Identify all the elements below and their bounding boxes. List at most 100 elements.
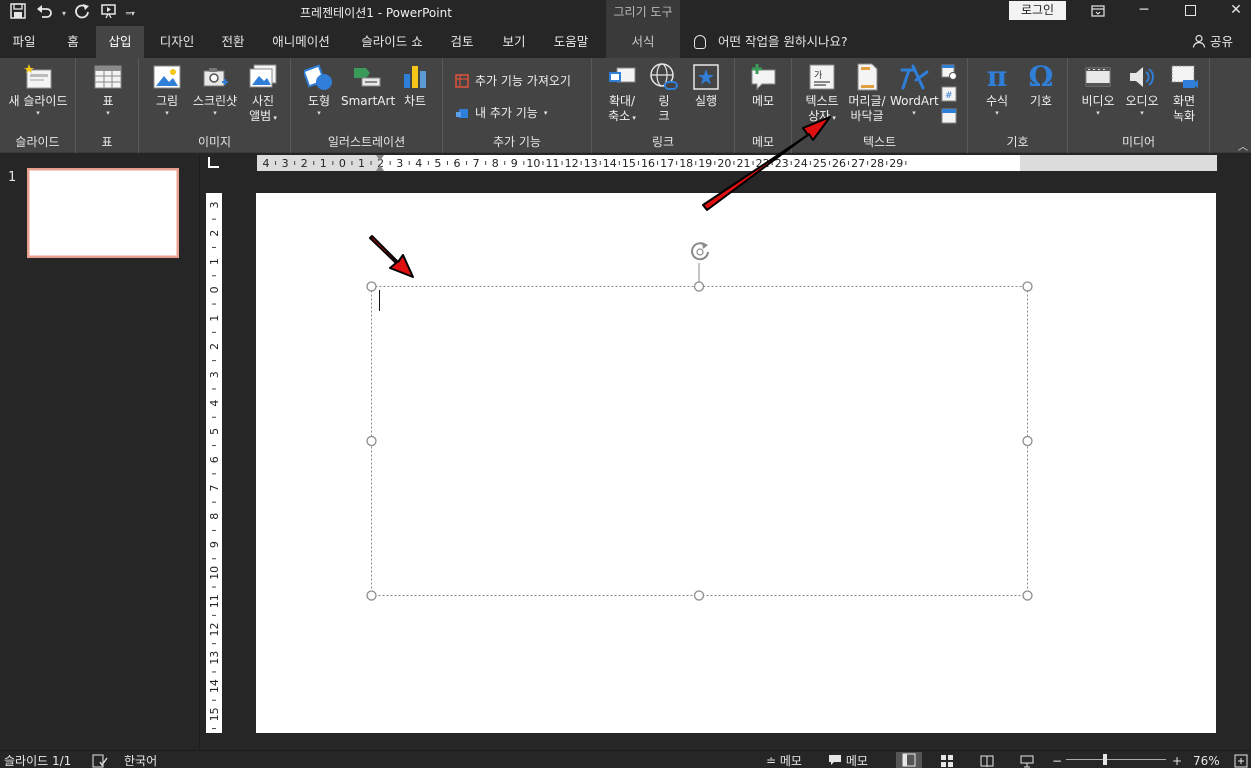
tab-stop-selector[interactable] bbox=[208, 157, 219, 168]
hruler-label: 21 bbox=[737, 157, 751, 170]
close-icon[interactable]: ✕ bbox=[1213, 0, 1251, 22]
resize-handle-right[interactable] bbox=[1022, 435, 1033, 447]
tab-design[interactable]: 디자인 bbox=[148, 26, 206, 58]
ribbon-display-icon[interactable] bbox=[1075, 0, 1121, 22]
tell-me-box[interactable]: 어떤 작업을 원하시나요? bbox=[694, 26, 848, 58]
screen-recording-button[interactable]: 화면 녹화 bbox=[1164, 62, 1204, 124]
comments-button[interactable]: 메모 bbox=[828, 754, 868, 768]
tab-insert[interactable]: 삽입 bbox=[96, 26, 144, 58]
vruler-label: 9 bbox=[208, 541, 221, 548]
video-button[interactable]: 비디오 ▾ bbox=[1076, 62, 1120, 118]
fit-slide-icon[interactable] bbox=[1234, 754, 1248, 768]
group-label-symbols: 기호 bbox=[1006, 135, 1029, 149]
zoom-button[interactable]: 확대/ 축소 ▾ bbox=[600, 62, 644, 126]
zoom-slider-thumb[interactable] bbox=[1102, 754, 1107, 765]
screen-recording-label-2: 녹화 bbox=[1172, 109, 1196, 123]
zoom-level[interactable]: 76% bbox=[1193, 754, 1220, 768]
tab-transitions[interactable]: 전환 bbox=[210, 26, 256, 58]
tab-animations[interactable]: 애니메이션 bbox=[262, 26, 340, 58]
minimize-icon[interactable]: ─ bbox=[1121, 0, 1167, 22]
rotate-handle-icon[interactable] bbox=[691, 242, 709, 261]
group-label-slides: 슬라이드 bbox=[15, 135, 60, 149]
comment-button[interactable]: 메모 bbox=[745, 62, 781, 109]
slide-thumbnail-1[interactable] bbox=[26, 167, 180, 261]
spelling-check-icon[interactable] bbox=[92, 754, 108, 768]
zoom-out-button[interactable]: − bbox=[1052, 754, 1062, 768]
text-box-button[interactable]: 가 텍스트 상자 ▾ bbox=[800, 62, 844, 126]
hruler-label: 28 bbox=[870, 157, 884, 170]
group-label-addins: 추가 기능 bbox=[493, 135, 541, 149]
my-addins-button[interactable]: 내 추가 기능 ▾ bbox=[455, 104, 547, 121]
drawing-tools-context-label: 그리기 도구 bbox=[606, 0, 680, 26]
start-from-beginning-icon[interactable] bbox=[98, 3, 120, 24]
tab-home[interactable]: 홈 bbox=[52, 26, 94, 58]
tab-format[interactable]: 서식 bbox=[606, 26, 680, 58]
resize-handle-top[interactable] bbox=[693, 281, 705, 292]
shapes-button[interactable]: 도형 ▾ bbox=[301, 62, 337, 118]
redo-icon[interactable] bbox=[72, 3, 92, 24]
tab-slide-show[interactable]: 슬라이드 쇼 bbox=[350, 26, 434, 58]
action-button[interactable]: 실행 bbox=[686, 62, 726, 109]
resize-handle-top-right[interactable] bbox=[1022, 281, 1033, 292]
hruler-label: 23 bbox=[775, 157, 789, 170]
customize-qat-icon[interactable]: ═▾ bbox=[126, 9, 135, 18]
collapse-ribbon-icon[interactable]: ︿ bbox=[1238, 138, 1248, 153]
vruler-label: 7 bbox=[208, 485, 221, 492]
tab-review[interactable]: 검토 bbox=[440, 26, 484, 58]
slide-sorter-button[interactable] bbox=[940, 754, 954, 768]
resize-handle-bottom[interactable] bbox=[693, 590, 705, 601]
group-comments: 메모 메모 bbox=[735, 58, 792, 153]
normal-view-button[interactable] bbox=[896, 752, 922, 768]
slide-show-button[interactable] bbox=[1020, 754, 1034, 768]
vruler-label: 2 bbox=[208, 343, 221, 350]
new-slide-button[interactable]: 새 슬라이드 ▾ bbox=[4, 62, 72, 118]
quick-access-toolbar: ▾ ═▾ bbox=[8, 2, 135, 24]
reading-view-button[interactable] bbox=[980, 754, 994, 768]
tab-help[interactable]: 도움말 bbox=[544, 26, 598, 58]
chart-button[interactable]: 차트 bbox=[395, 62, 435, 109]
audio-button[interactable]: 오디오 ▾ bbox=[1120, 62, 1164, 118]
normal-view-icon bbox=[902, 753, 916, 767]
slide-sorter-icon bbox=[941, 755, 953, 767]
share-button[interactable]: 공유 bbox=[1192, 26, 1233, 58]
tab-file[interactable]: 파일 bbox=[0, 26, 48, 58]
tab-view[interactable]: 보기 bbox=[492, 26, 536, 58]
symbol-button[interactable]: Ω 기호 bbox=[1020, 62, 1062, 109]
header-footer-button[interactable]: 머리글/ 바닥글 bbox=[844, 62, 890, 124]
resize-handle-left[interactable] bbox=[366, 435, 377, 447]
wordart-button[interactable]: WordArt ▾ bbox=[890, 62, 939, 118]
photo-album-button[interactable]: 사진 앨범 ▾ bbox=[243, 62, 283, 126]
language-indicator[interactable]: 한국어 bbox=[124, 754, 157, 768]
hruler-label: 3 bbox=[396, 157, 403, 170]
undo-dropdown-icon[interactable]: ▾ bbox=[62, 9, 66, 18]
undo-icon[interactable] bbox=[34, 3, 56, 24]
link-label-2: 크 bbox=[658, 109, 670, 123]
screenshot-button[interactable]: 스크린샷 ▾ bbox=[189, 62, 241, 118]
save-icon[interactable] bbox=[8, 2, 28, 24]
smartart-button[interactable]: SmartArt bbox=[341, 62, 395, 109]
vruler-label: 0 bbox=[208, 286, 221, 293]
slide-number-icon[interactable]: # bbox=[941, 86, 959, 104]
wordart-label: WordArt bbox=[890, 94, 939, 108]
object-icon[interactable] bbox=[941, 108, 959, 126]
login-button[interactable]: 로그인 bbox=[1009, 1, 1066, 20]
picture-button[interactable]: 그림 ▾ bbox=[149, 62, 185, 118]
notes-button[interactable]: ≐ 메모 bbox=[766, 754, 802, 768]
link-button[interactable]: 링 크 bbox=[646, 62, 682, 124]
chevron-down-icon: ▾ bbox=[995, 109, 999, 117]
maximize-icon[interactable] bbox=[1167, 0, 1213, 22]
resize-handle-bottom-left[interactable] bbox=[366, 590, 377, 601]
get-addins-button[interactable]: 추가 기능 가져오기 bbox=[455, 72, 571, 89]
zoom-slider-track[interactable] bbox=[1066, 759, 1166, 760]
slide-canvas[interactable] bbox=[256, 193, 1216, 733]
text-box-selection[interactable] bbox=[256, 193, 1216, 733]
text-box-border[interactable] bbox=[371, 286, 1028, 596]
resize-handle-top-left[interactable] bbox=[366, 281, 377, 292]
video-label: 비디오 bbox=[1081, 94, 1115, 108]
zoom-in-button[interactable]: + bbox=[1172, 754, 1182, 768]
resize-handle-bottom-right[interactable] bbox=[1022, 590, 1033, 601]
table-button[interactable]: 표 ▾ bbox=[90, 62, 126, 118]
date-time-icon[interactable] bbox=[941, 64, 959, 82]
hruler-label: 25 bbox=[813, 157, 827, 170]
equation-button[interactable]: π 수식 ▾ bbox=[976, 62, 1018, 118]
